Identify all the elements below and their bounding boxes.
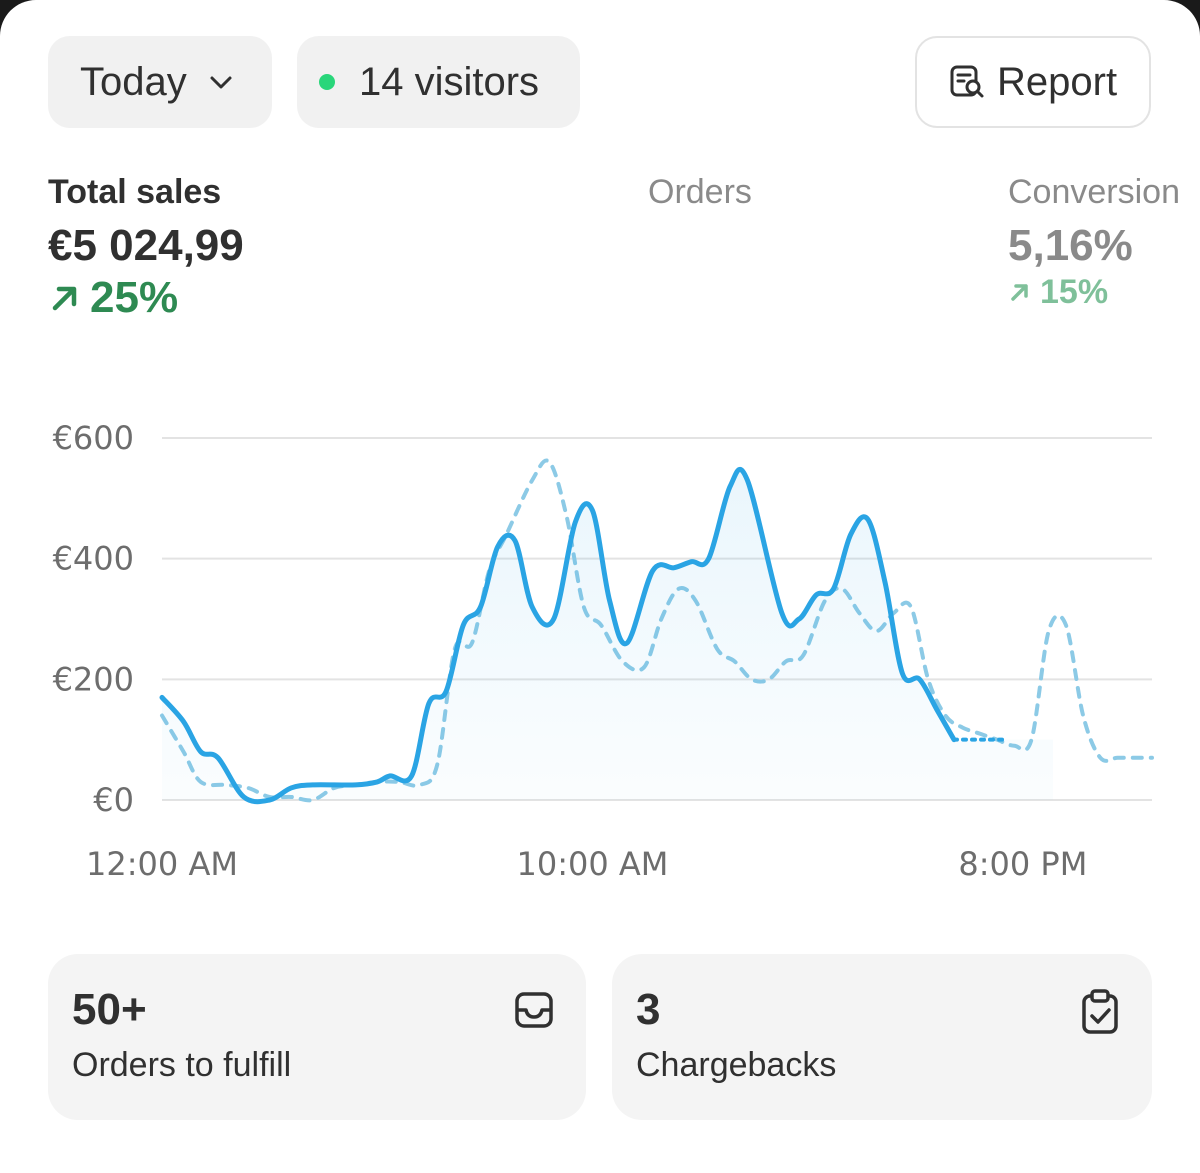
date-range-selector[interactable]: Today bbox=[48, 36, 272, 128]
chargebacks-tile[interactable]: 3 Chargebacks bbox=[612, 954, 1152, 1120]
metric-change-value: 15% bbox=[1040, 273, 1109, 311]
metric-label: Orders bbox=[648, 173, 752, 211]
date-range-label: Today bbox=[80, 59, 187, 104]
metric-total-sales[interactable]: Total sales €5 024,99 25% bbox=[48, 172, 244, 324]
x-tick-label: 10:00 AM bbox=[516, 845, 668, 883]
y-tick-label: €600 bbox=[53, 419, 134, 457]
metric-value: €5 024,99 bbox=[48, 221, 244, 270]
metric-label: Total sales bbox=[48, 173, 222, 211]
analytics-card: Today 14 visitors Report Total sales €5 … bbox=[0, 0, 1200, 1173]
tile-count: 50+ bbox=[72, 985, 147, 1034]
metric-change: 15% bbox=[1008, 272, 1180, 312]
visitors-count: 14 visitors bbox=[359, 59, 540, 104]
tile-label: Orders to fulfill bbox=[72, 1046, 292, 1084]
metric-orders[interactable]: Orders bbox=[648, 172, 752, 212]
arrow-up-right-icon bbox=[1008, 280, 1032, 304]
live-status-dot bbox=[319, 74, 335, 90]
metric-value: 5,16% bbox=[1008, 221, 1133, 270]
y-tick-label: €400 bbox=[53, 540, 134, 578]
inbox-icon bbox=[512, 988, 556, 1037]
clipboard-check-icon bbox=[1078, 988, 1122, 1041]
report-button-label: Report bbox=[997, 59, 1118, 104]
metric-change-value: 25% bbox=[90, 273, 179, 322]
metric-label: Conversion bbox=[1008, 173, 1180, 211]
metric-change: 25% bbox=[48, 272, 244, 324]
y-tick-label: €0 bbox=[93, 781, 134, 819]
live-visitors-badge[interactable]: 14 visitors bbox=[297, 36, 580, 128]
arrow-up-right-icon bbox=[48, 281, 82, 315]
x-tick-label: 8:00 PM bbox=[958, 845, 1087, 883]
report-search-icon bbox=[947, 62, 987, 102]
x-tick-label: 12:00 AM bbox=[86, 845, 238, 883]
sales-chart[interactable]: €600 €400 €200 €0 12:00 AM 10:00 AM 8:00 PM bbox=[0, 400, 1200, 900]
y-tick-label: €200 bbox=[53, 660, 134, 698]
tile-count: 3 bbox=[636, 985, 661, 1034]
chevron-down-icon bbox=[207, 68, 235, 96]
metric-conversion[interactable]: Conversion 5,16% 15% bbox=[1008, 172, 1180, 312]
report-button[interactable]: Report bbox=[915, 36, 1151, 128]
tile-label: Chargebacks bbox=[636, 1046, 837, 1084]
orders-to-fulfill-tile[interactable]: 50+ Orders to fulfill bbox=[48, 954, 586, 1120]
